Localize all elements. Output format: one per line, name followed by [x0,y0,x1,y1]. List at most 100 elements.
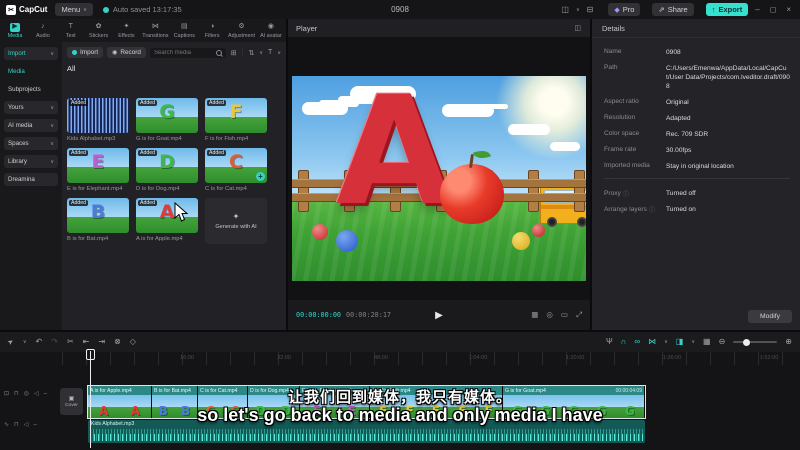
tab-transitions[interactable]: ⋈ Transitions [142,23,168,39]
tab-adjustment[interactable]: ⚙ Adjustment [228,23,255,39]
media-item[interactable]: Added E E is for Elephant.mp4 [67,148,129,192]
redo-icon[interactable]: ↷ [51,338,58,346]
panel-toggle-icon[interactable]: ◫ [573,24,582,32]
zoom-slider-knob[interactable] [743,338,751,346]
aspect-ratio-icon[interactable]: ▭ [561,310,568,320]
tab-audio[interactable]: ♪ Audio [31,23,55,39]
link-clips-icon[interactable]: ∞ [634,338,640,346]
tab-stickers[interactable]: ✿ Stickers [87,23,111,39]
search-input[interactable] [153,49,213,56]
tab-captions[interactable]: ▤ Captions [172,23,196,39]
sidebar-item-library[interactable]: Library ∨ [4,155,58,168]
info-icon: ⓘ [648,208,655,214]
export-button[interactable]: ↑ Export [705,3,749,16]
media-item[interactable]: Added C + C is for Cat.mp4 [205,148,267,192]
sort-icon[interactable]: ⇅ [248,49,256,57]
grid-view-icon[interactable]: ⊞ [230,49,238,57]
pro-button[interactable]: ◆ Pro [608,3,641,16]
timeline-toolbar: ➤ ∨ ↶ ↷ ✂ ⇤ ⇥ ⊗ ◇ Ψ ∩ ∞ ⋈ ∨ ◨ ∨ ▦ ⊖ ⊕ [0,332,800,352]
panels-icon[interactable]: ⊟ [584,5,597,14]
details-value: 0908 [666,49,681,56]
fullscreen-icon[interactable]: ⤢ [576,310,582,320]
keyframe-icon[interactable]: ◇ [130,338,136,346]
added-badge: Added [69,150,89,156]
tab-ai-avatar[interactable]: ◉ AI avatar [259,23,283,39]
maximize-button[interactable]: ◻ [767,5,780,14]
preview-axis-icon[interactable]: ◨ [676,338,684,346]
diamond-icon: ◆ [614,6,620,14]
export-icon: ↑ [711,5,716,14]
details-label: Name [604,48,622,55]
subtitle-line-english: so let's go back to media and only media… [197,405,603,425]
record-icon: ◉ [112,50,118,56]
chevron-down-icon[interactable]: ∨ [576,7,580,13]
media-item[interactable]: Added F F is for Fish.mp4 [205,98,267,142]
bus-wheel [577,217,586,227]
record-button[interactable]: ◉ Record [107,47,146,58]
sidebar-item-ai-media[interactable]: AI media ∨ [4,119,58,132]
voiceover-mic-icon[interactable]: Ψ [606,338,613,346]
zoom-in-icon[interactable]: ⊕ [785,338,792,346]
sidebar-item-spaces[interactable]: Spaces ∨ [4,137,58,150]
modify-button[interactable]: Modify [747,310,792,323]
preview-quality-icon[interactable]: ▦ [531,310,538,320]
filter-icon[interactable]: T [267,49,273,56]
close-button[interactable]: × [783,5,794,14]
undo-icon[interactable]: ↶ [36,338,43,346]
ai-avatar-icon: ◉ [267,23,274,30]
delete-right-icon[interactable]: ⇥ [98,338,105,346]
chevron-down-icon[interactable]: ∨ [664,339,668,345]
chevron-down-icon[interactable]: ∨ [23,339,27,345]
search-box[interactable] [149,47,226,58]
sidebar-item-dreamina[interactable]: Dreamina [4,173,58,186]
tab-media[interactable]: ▶ Media [3,22,27,39]
add-to-timeline-button[interactable]: + [256,172,265,181]
autosave-text: Auto saved 13:17:35 [112,5,182,14]
media-item[interactable]: Added Kids Alphabet.mp3 [67,98,129,142]
delete-icon[interactable]: ⊗ [114,338,121,346]
transition-toggle-icon[interactable]: ⋈ [648,338,656,346]
snapshot-icon[interactable]: ◎ [546,310,553,320]
sidebar-item-media[interactable]: Media [4,65,58,78]
sidebar-item-import[interactable]: Import ∨ [4,47,58,60]
share-button[interactable]: ⇗ Share [652,3,694,16]
tab-effects[interactable]: ✦ Effects [114,23,138,39]
captions-icon: ▤ [181,23,188,30]
zoom-out-icon[interactable]: ⊖ [719,338,726,346]
player-viewport[interactable]: A [288,37,590,300]
details-toggle-row[interactable]: Arrange layers ⓘ Turned on [604,205,790,214]
tab-filters[interactable]: ◑ Filters [200,23,224,39]
export-label: Export [718,5,743,14]
sidebar-item-subprojects[interactable]: Subprojects [4,83,58,96]
generate-with-ai-tile[interactable]: ✦ Generate with AI [205,198,267,244]
media-content: Import ◉ Record ⊞ | ⇅ ∨ T ∨ All Added Kid… [62,42,286,330]
magnet-snap-icon[interactable]: ∩ [621,338,627,346]
split-icon[interactable]: ✂ [67,338,74,346]
minimize-button[interactable]: – [752,5,762,14]
sidebar-item-yours[interactable]: Yours ∨ [4,101,58,114]
layout-icon[interactable]: ◫ [558,5,572,14]
filters-icon: ◑ [210,23,215,30]
import-button[interactable]: Import [67,47,104,58]
chevron-down-icon[interactable]: ∨ [691,339,695,345]
cover-frame-icon[interactable]: ▦ [703,338,711,346]
sparkle-icon: ✦ [232,212,240,221]
media-item[interactable]: Added G G is for Goat.mp4 [136,98,198,142]
media-item[interactable]: Added B B is for Bat.mp4 [67,198,129,244]
media-item[interactable]: Added D D is for Dog.mp4 [136,148,198,192]
timeline-zoom-slider[interactable] [733,338,778,346]
select-tool-icon[interactable]: ➤ [7,338,16,347]
tab-text[interactable]: T Text [59,23,83,39]
sidebar-item-label: Dreamina [8,176,35,183]
timeline-ruler[interactable]: 16:00 32:00 48:00 1:04:00 1:20:00 1:36:00 1:52… [62,352,800,365]
chevron-down-icon[interactable]: ∨ [277,50,281,56]
details-value: 30.00fps [666,147,692,154]
media-item-name: C is for Cat.mp4 [205,186,247,192]
chevron-down-icon[interactable]: ∨ [259,50,263,56]
chevron-down-icon: ∨ [50,158,54,165]
details-label-text: Proxy [604,190,621,197]
details-toggle-row[interactable]: Proxy ⓘ Turned off [604,189,790,198]
capcut-logo-icon: ✂ [6,4,16,15]
menu-button[interactable]: Menu ∨ [55,3,93,16]
delete-left-icon[interactable]: ⇤ [83,338,90,346]
